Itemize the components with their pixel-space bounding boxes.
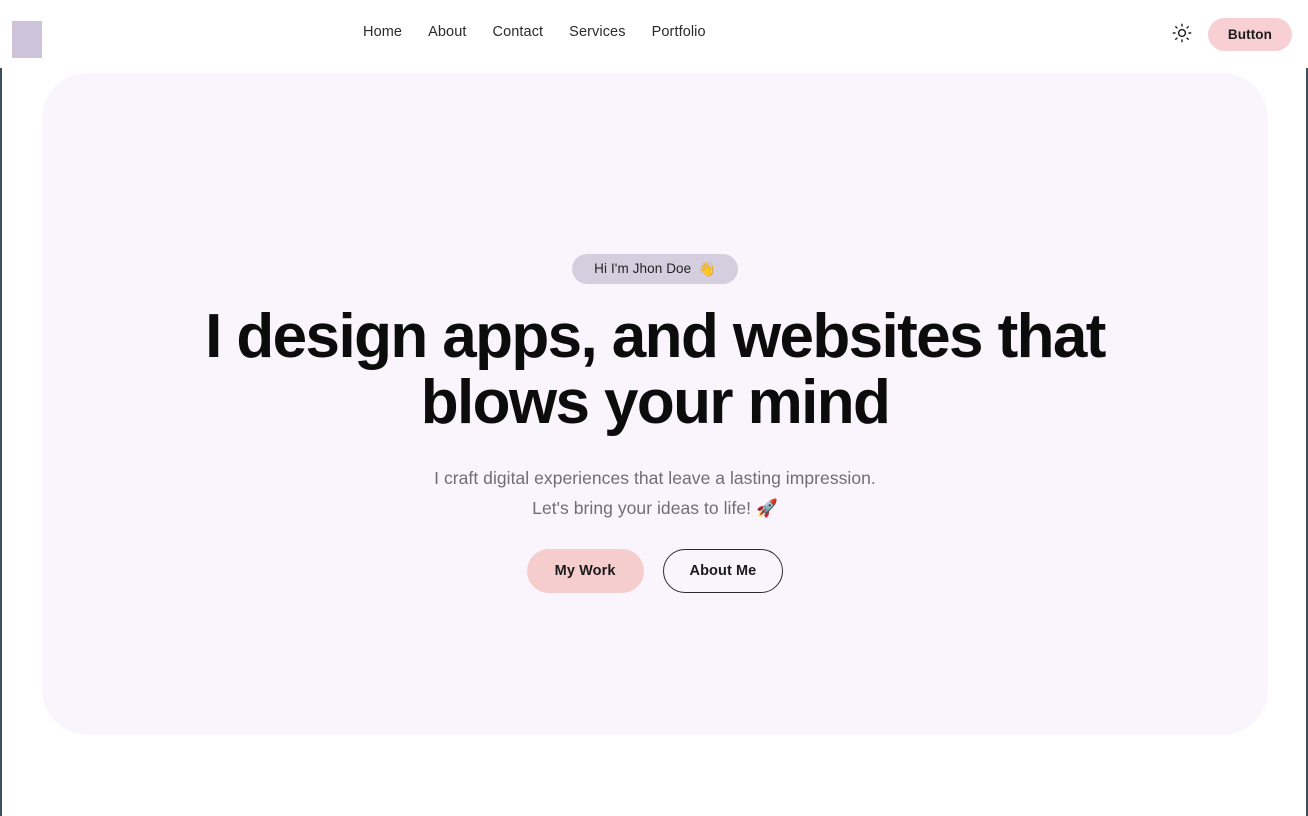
hero-title: I design apps, and websites that blows y… [205, 302, 1106, 438]
theme-toggle-button[interactable] [1170, 23, 1194, 47]
main-navigation: Home About Contact Services Portfolio [363, 24, 706, 40]
hero-content: Hi I'm Jhon Doe 👋 I design apps, and web… [42, 254, 1268, 593]
nav-link-contact[interactable]: Contact [493, 24, 570, 40]
hero-section: Hi I'm Jhon Doe 👋 I design apps, and web… [42, 73, 1268, 735]
hero-subtitle-line-2: Let's bring your ideas to life! 🚀 [532, 497, 778, 518]
hero-subtitle-line-1: I craft digital experiences that leave a… [434, 467, 876, 488]
site-header: Home About Contact Services Portfolio Bu… [0, 0, 1308, 68]
about-me-button[interactable]: About Me [662, 548, 784, 593]
waving-hand-icon: 👋 [698, 261, 716, 277]
my-work-button[interactable]: My Work [526, 548, 644, 593]
header-actions: Button [1170, 18, 1292, 51]
hero-badge: Hi I'm Jhon Doe 👋 [572, 254, 738, 284]
hero-badge-label: Hi I'm Jhon Doe [594, 261, 692, 277]
header-cta-button[interactable]: Button [1207, 18, 1292, 51]
hero-cta-group: My Work About Me [526, 548, 784, 593]
sun-icon [1172, 23, 1192, 46]
nav-link-portfolio[interactable]: Portfolio [652, 24, 706, 40]
nav-link-about[interactable]: About [428, 24, 492, 40]
nav-link-services[interactable]: Services [569, 24, 651, 40]
hero-subtitle: I craft digital experiences that leave a… [275, 463, 1035, 523]
nav-link-home[interactable]: Home [363, 24, 428, 40]
logo-mark[interactable] [12, 21, 42, 58]
